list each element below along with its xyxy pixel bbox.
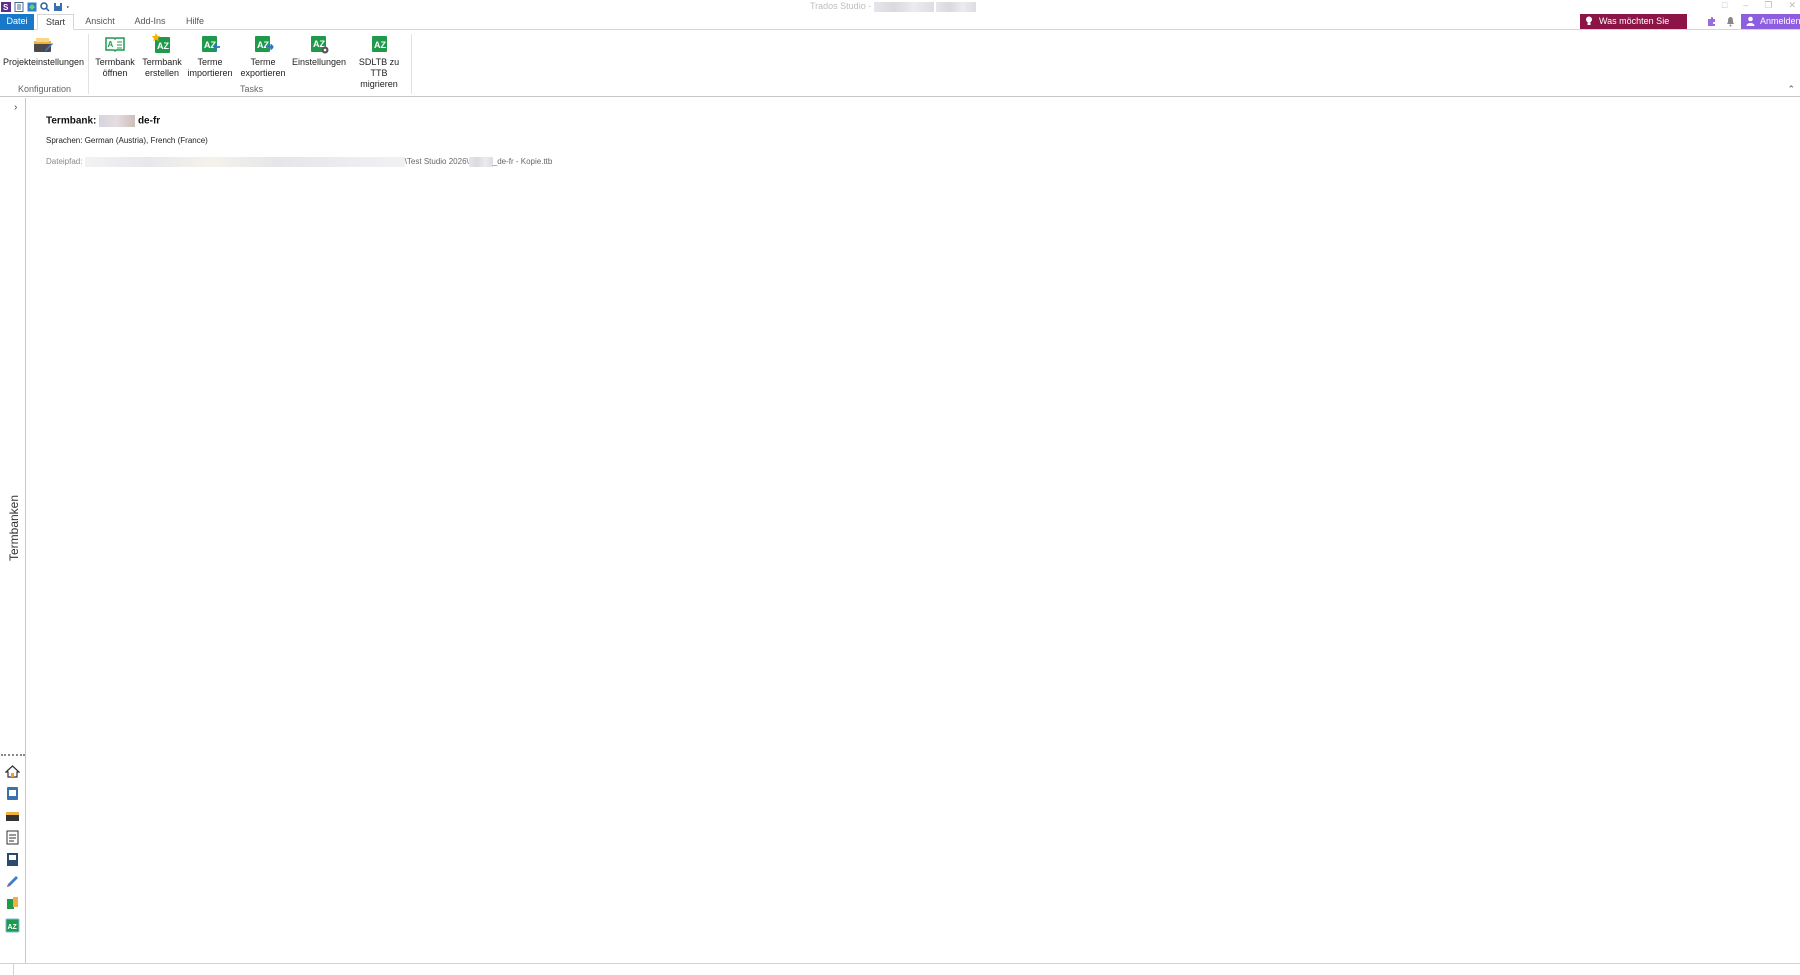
files-icon[interactable] [5,808,20,823]
termbase-title-prefix: Termbank: [46,115,97,127]
pencil-icon[interactable] [5,874,20,889]
path-middle: \Test Studio 2026\ [404,157,469,167]
termbase-settings-icon: AZ [311,36,329,54]
termbases-pane-label[interactable]: Termbanken [7,495,21,561]
status-bar [0,963,1800,975]
tell-me-button[interactable]: Was möchten Sie tun? [1580,14,1687,41]
collapse-ribbon-button[interactable]: ⌃ [1787,84,1795,95]
left-navigation-pane: › Termbanken AZ [0,98,26,963]
home-icon[interactable] [5,764,20,779]
create-termbase-label-2: erstellen [144,68,180,78]
import-terms-label-2: importieren [187,68,233,78]
status-divider [13,964,14,975]
group-separator-2 [411,34,412,94]
export-terms-label-2: exportieren [240,68,286,78]
svg-text:A: A [108,40,114,49]
title-bar: S Trados Studio - □ – ❐ ✕ [0,0,1800,13]
group-label-configuration: Konfiguration [18,84,72,94]
nav-splitter[interactable] [1,754,25,756]
redacted-termbase-name [99,115,136,127]
tab-file[interactable]: Datei [0,14,34,30]
bell-icon[interactable] [1725,16,1736,27]
svg-text:S: S [3,3,9,12]
termbase-title-suffix: de-fr [137,115,161,127]
path-end: _de-fr - Kopie.ttb [492,157,553,167]
migrate-icon: AZ [372,36,387,52]
window-title: Trados Studio - [810,1,977,12]
svg-text:AZ: AZ [8,924,18,931]
close-button[interactable]: ✕ [1788,0,1796,11]
sign-in-button[interactable]: Anmelden [1741,14,1800,29]
redacted-title-part [873,1,934,12]
save-icon[interactable] [53,2,63,12]
expand-pane-icon[interactable]: › [14,102,17,113]
project-settings-button[interactable]: Projekteinstellungen [3,33,85,68]
open-termbase-label-1: Termbank [95,57,135,67]
maximize-button[interactable]: ❐ [1764,0,1772,11]
sign-in-label: Anmelden [1760,16,1800,26]
user-icon [1746,16,1755,26]
tab-start[interactable]: Start [37,14,74,30]
svg-text:AZ: AZ [374,40,386,50]
termbase-languages: Sprachen: German (Austria), French (Fran… [46,136,208,145]
migrate-label-2: migrieren [360,79,398,89]
settings-label: Einstellungen [292,57,347,67]
termbase-view: Termbank: de-fr Sprachen: German (Austri… [26,98,1800,963]
group-separator [88,34,89,94]
migrate-label-1: SDLTB zu TTB [358,57,400,78]
window-controls: □ – ❐ ✕ [1722,0,1796,11]
project-settings-icon [34,38,53,52]
import-terms-icon: AZ [202,36,220,52]
import-terms-button[interactable]: AZ Terme importieren [186,33,234,79]
export-terms-button[interactable]: AZ Terme exportieren [238,33,288,79]
trados-logo-icon: S [1,1,11,12]
tab-view[interactable]: Ansicht [82,14,118,30]
migrate-button[interactable]: AZ SDLTB zu TTB migrieren [350,33,408,90]
redacted-path-part [84,157,405,167]
create-termbase-label-1: Termbank [142,57,182,67]
svg-text:AZ: AZ [257,40,269,50]
create-termbase-button[interactable]: AZ Termbank erstellen [141,33,183,79]
minimize-button[interactable]: – [1743,0,1748,11]
projects-icon[interactable] [5,786,20,801]
qat-dropdown-icon[interactable] [66,2,72,12]
redacted-title-part-2 [936,1,977,12]
export-terms-icon: AZ [255,36,274,52]
export-terms-label-1: Terme [250,57,276,67]
project-settings-label: Projekteinstellungen [3,57,85,67]
translation-memories-icon[interactable] [5,896,20,911]
ribbon-tabs: Datei Start Ansicht Add-Ins Hilfe Was mö… [0,13,1800,41]
create-termbase-icon: AZ [151,33,170,53]
termbases-icon[interactable]: AZ [5,918,20,933]
tab-help[interactable]: Hilfe [182,14,208,30]
import-terms-label-1: Terme [197,57,223,67]
ribbon: Projekteinstellungen Konfiguration A Ter… [0,30,1800,97]
document-icon[interactable] [14,1,24,12]
editor-icon[interactable] [5,852,20,867]
termbase-path: Dateipfad: \Test Studio 2026\ _de-fr - Ko… [46,157,552,167]
settings-button[interactable]: AZ Einstellungen [292,33,346,68]
restore-ribbon-button[interactable]: □ [1722,0,1727,11]
reports-icon[interactable] [5,830,20,845]
open-termbase-icon: A [105,37,125,53]
group-label-tasks: Tasks [240,84,264,94]
termbase-title: Termbank: de-fr [46,115,160,127]
open-termbase-button[interactable]: A Termbank öffnen [95,33,135,79]
open-termbase-label-2: öffnen [102,68,128,78]
puzzle-icon[interactable] [1706,16,1717,27]
sync-icon[interactable] [27,2,37,12]
svg-text:AZ: AZ [157,41,169,51]
quick-access-toolbar: S [0,0,72,13]
search-icon[interactable] [40,1,50,12]
tab-addins[interactable]: Add-Ins [130,14,170,30]
path-label: Dateipfad: [46,157,83,167]
redacted-path-name [468,157,493,167]
lightbulb-icon [1586,16,1592,25]
